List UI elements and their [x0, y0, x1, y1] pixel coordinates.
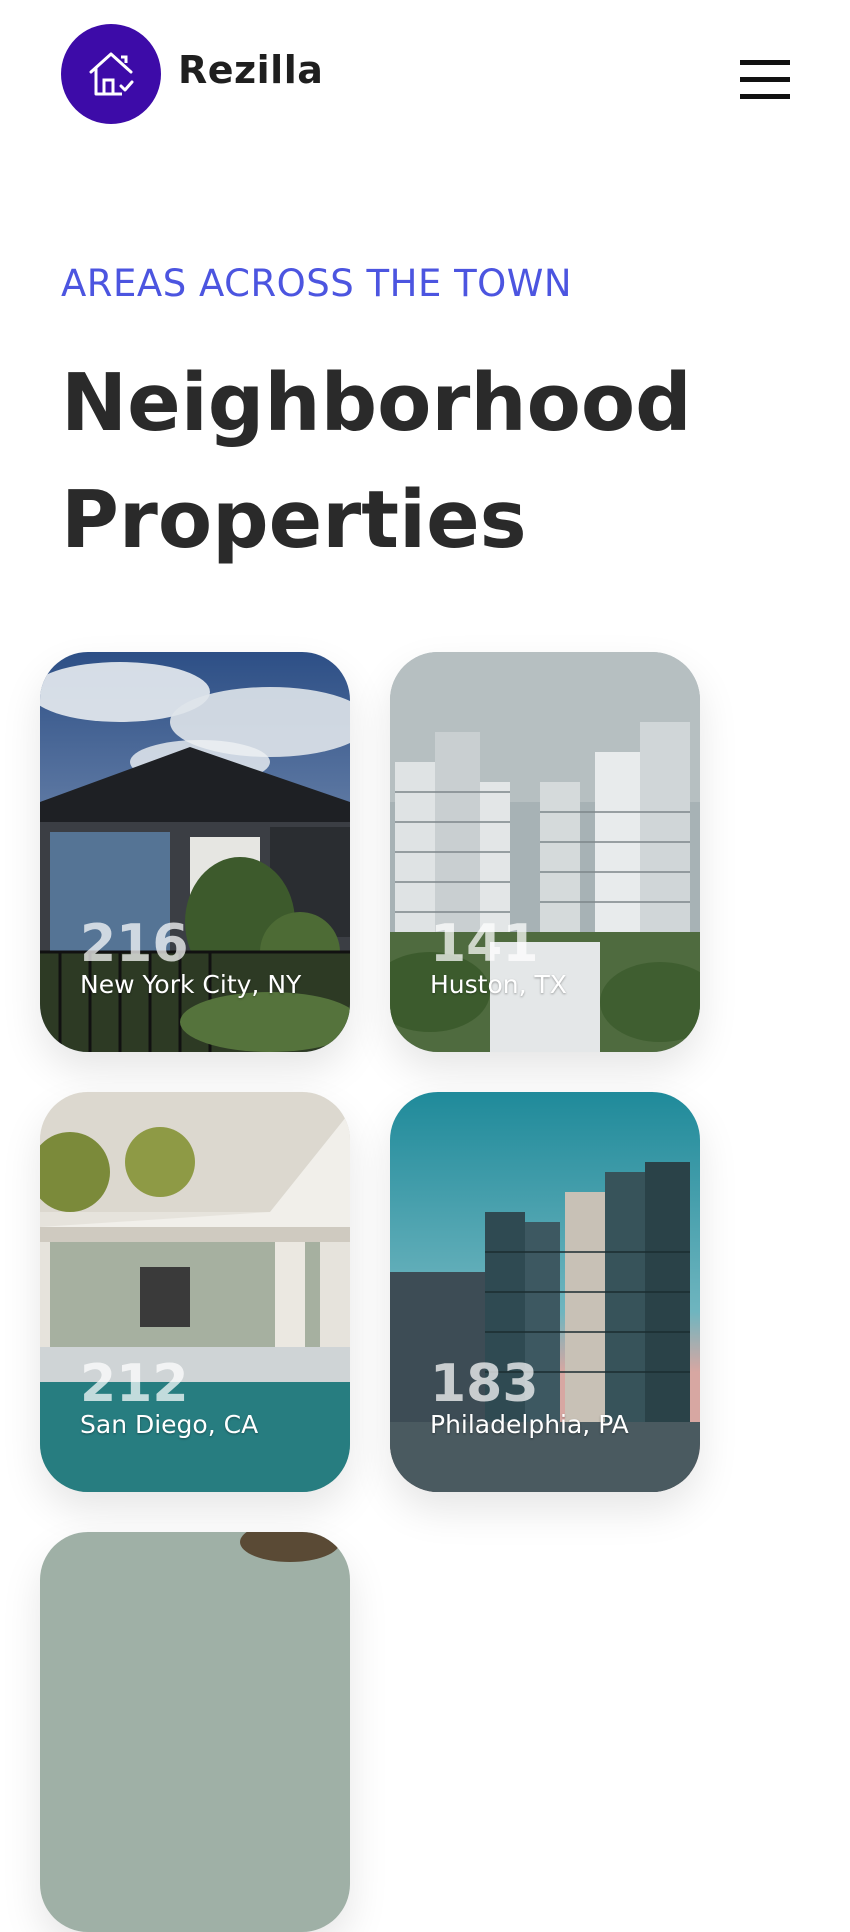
- neighborhood-card-partial[interactable]: [40, 1532, 350, 1932]
- property-count: 183: [430, 1354, 539, 1414]
- hamburger-menu-icon[interactable]: [740, 60, 790, 102]
- neighborhood-card-new-york[interactable]: 216 New York City, NY: [40, 652, 350, 1052]
- brand-name[interactable]: Rezilla: [178, 48, 323, 92]
- neighborhood-card-philadelphia[interactable]: 183 Philadelphia, PA: [390, 1092, 700, 1492]
- site-header: Rezilla: [0, 0, 850, 150]
- city-name: New York City, NY: [80, 970, 302, 999]
- menu-bar: [740, 60, 790, 65]
- section-eyebrow: AREAS ACROSS THE TOWN: [61, 262, 573, 305]
- page-title: Neighborhood Properties: [61, 357, 692, 566]
- property-count: 141: [430, 914, 539, 974]
- property-count: 216: [80, 914, 189, 974]
- city-name: Huston, TX: [430, 970, 567, 999]
- neighborhood-card-huston[interactable]: 141 Huston, TX: [390, 652, 700, 1052]
- property-count: 212: [80, 1354, 189, 1414]
- menu-bar: [740, 77, 790, 82]
- menu-bar: [740, 94, 790, 99]
- neighborhood-card-san-diego[interactable]: 212 San Diego, CA: [40, 1092, 350, 1492]
- city-name: Philadelphia, PA: [430, 1410, 629, 1439]
- logo[interactable]: [61, 24, 161, 124]
- city-name: San Diego, CA: [80, 1410, 259, 1439]
- house-check-icon: [89, 52, 134, 96]
- property-photo: [40, 1532, 350, 1932]
